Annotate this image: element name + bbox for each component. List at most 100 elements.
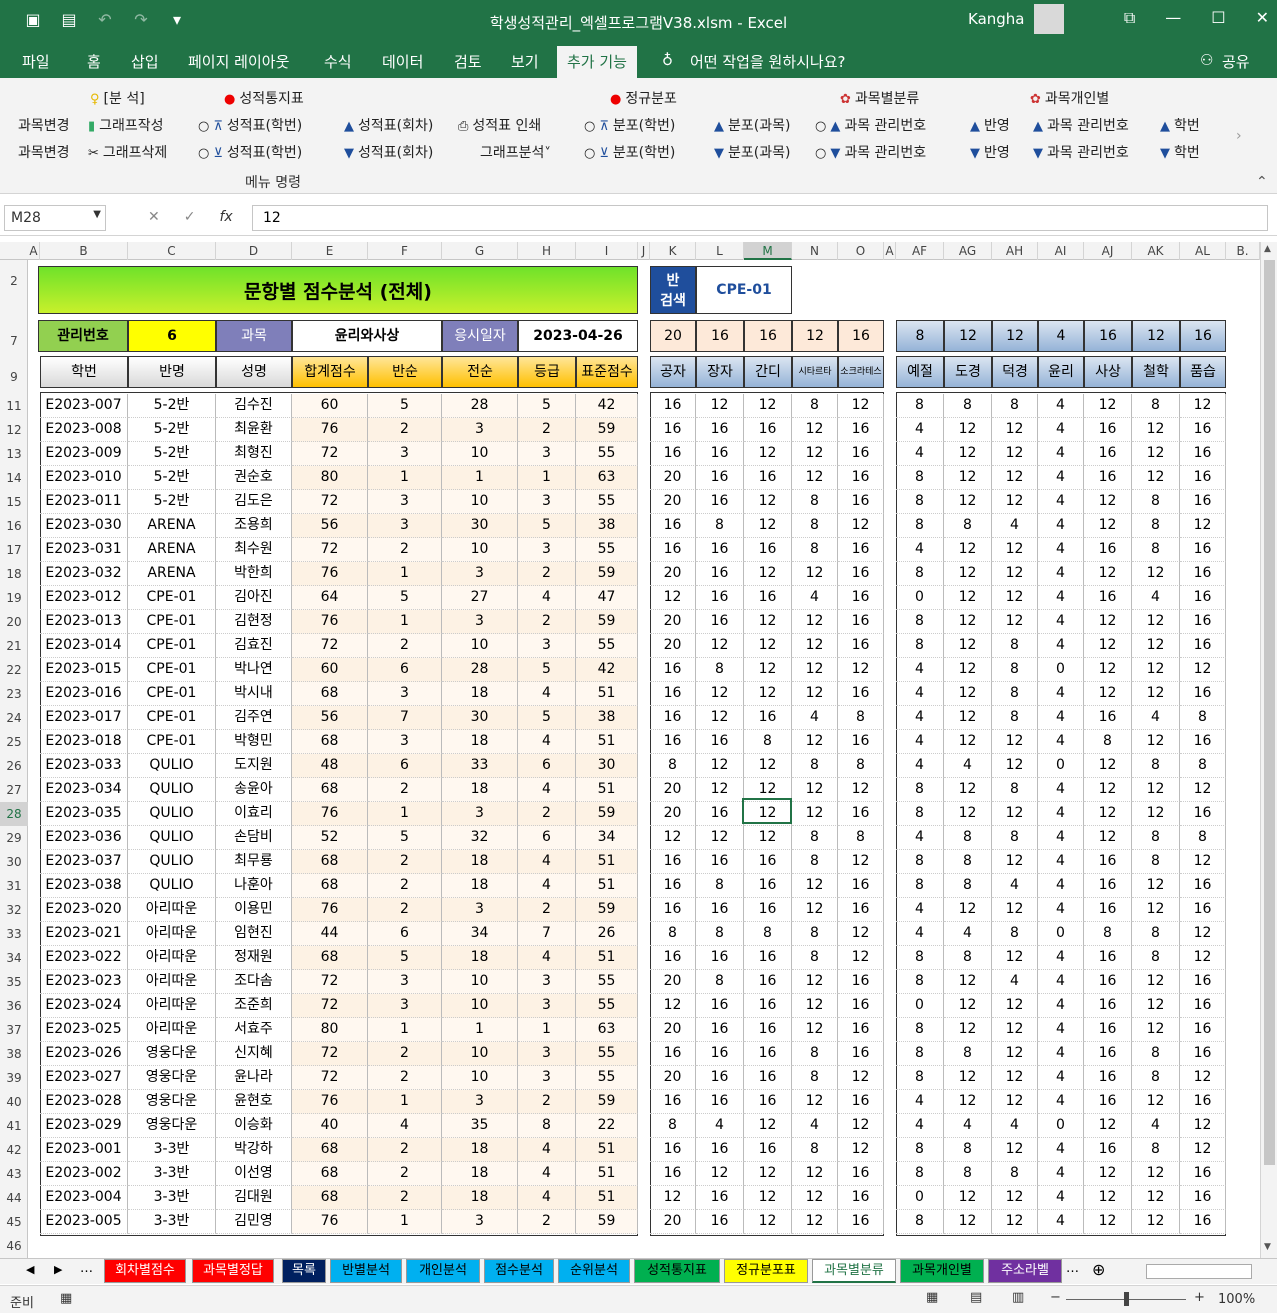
scroll-down-icon[interactable]: ▼ <box>1264 1242 1271 1252</box>
row-header[interactable]: 22 <box>0 658 28 682</box>
share-icon[interactable]: ⚇ <box>1200 51 1213 69</box>
maximize-icon[interactable]: ☐ <box>1211 8 1225 28</box>
sheet-tab[interactable]: 목록 <box>282 1259 326 1283</box>
row-header[interactable]: 2 <box>0 274 28 288</box>
print-report-button[interactable]: ⎙ 성적표 인쇄 <box>458 115 541 135</box>
report-by-round-desc-button[interactable]: ▼ 성적표(회차) <box>344 142 433 162</box>
dist-by-subject-desc-button[interactable]: ▼ 분포(과목) <box>714 142 790 162</box>
zoom-level[interactable]: 100% <box>1218 1292 1255 1307</box>
class-search-value[interactable]: CPE-01 <box>696 266 792 314</box>
row-header[interactable]: 23 <box>0 682 28 706</box>
column-header[interactable]: O <box>838 242 884 260</box>
column-header[interactable]: E <box>292 242 368 260</box>
row-header[interactable]: 19 <box>0 586 28 610</box>
zoom-slider-thumb[interactable] <box>1124 1292 1129 1306</box>
tab-review[interactable]: 검토 <box>454 51 482 72</box>
tab-prev-icon[interactable]: ◀ <box>26 1263 34 1276</box>
vertical-scrollbar[interactable]: ▲ ▼ <box>1260 242 1277 1258</box>
radio-icon[interactable]: ○ <box>815 119 826 134</box>
avatar[interactable] <box>1034 4 1064 34</box>
row-header[interactable]: 39 <box>0 1066 28 1090</box>
column-header[interactable]: D <box>216 242 292 260</box>
report-by-round-button[interactable]: ▲ 성적표(회차) <box>344 115 433 135</box>
dist-by-id-button[interactable]: ○ ⊼ 분포(학번) <box>584 115 675 135</box>
zoom-out-icon[interactable]: − <box>1050 1290 1061 1305</box>
row-header[interactable]: 27 <box>0 778 28 802</box>
sheet-tab[interactable]: 과목별분류 <box>812 1259 896 1283</box>
row-header[interactable]: 31 <box>0 874 28 898</box>
row-header[interactable]: 25 <box>0 730 28 754</box>
student-id-asc-button[interactable]: ▲ 학번 <box>1160 115 1200 135</box>
radio-icon[interactable]: ○ <box>198 146 209 161</box>
delete-chart-button[interactable]: ✂ 그래프삭제 <box>88 142 167 162</box>
row-header[interactable]: 34 <box>0 946 28 970</box>
sheet-tab[interactable]: 점수분석 <box>484 1259 554 1283</box>
row-header[interactable]: 17 <box>0 538 28 562</box>
radio-icon[interactable]: ○ <box>198 119 209 134</box>
column-header[interactable]: AF <box>896 242 944 260</box>
subject-change-button[interactable]: 과목변경 <box>18 115 70 135</box>
sheet-tab[interactable]: 성적통지표 <box>634 1259 720 1283</box>
class-asc-button[interactable]: ▲ 반영 <box>970 115 1010 135</box>
column-header[interactable]: K <box>650 242 696 260</box>
user-name[interactable]: Kangha <box>968 10 1025 28</box>
row-header[interactable]: 45 <box>0 1210 28 1234</box>
column-header[interactable]: AK <box>1132 242 1180 260</box>
column-header[interactable]: G <box>442 242 518 260</box>
personal-mgmt-asc-button[interactable]: ▲ 과목 관리번호 <box>1033 115 1129 135</box>
tab-next-icon[interactable]: ▶ <box>54 1263 62 1276</box>
sheet-tab[interactable]: 개인분석 <box>406 1259 480 1283</box>
row-header[interactable]: 33 <box>0 922 28 946</box>
row-header[interactable]: 32 <box>0 898 28 922</box>
tab-file[interactable]: 파일 <box>22 51 50 72</box>
formula-input[interactable]: 12 <box>252 205 1268 231</box>
share-button[interactable]: 공유 <box>1222 51 1250 72</box>
close-icon[interactable]: ✕ <box>1256 8 1269 28</box>
function-icon[interactable]: fx <box>219 209 232 225</box>
row-header[interactable]: 42 <box>0 1138 28 1162</box>
row-header[interactable]: 38 <box>0 1042 28 1066</box>
row-header[interactable]: 21 <box>0 634 28 658</box>
row-header[interactable]: 26 <box>0 754 28 778</box>
column-header[interactable]: L <box>696 242 744 260</box>
dist-by-subject-button[interactable]: ▲ 분포(과목) <box>714 115 790 135</box>
row-header[interactable]: 9 <box>0 370 28 384</box>
column-header[interactable]: F <box>368 242 442 260</box>
row-header[interactable]: 7 <box>0 334 28 348</box>
row-header[interactable]: 43 <box>0 1162 28 1186</box>
row-header[interactable]: 40 <box>0 1090 28 1114</box>
row-header[interactable]: 37 <box>0 1018 28 1042</box>
tab-more-left-icon[interactable]: … <box>80 1261 93 1276</box>
class-desc-button[interactable]: ▼ 반영 <box>970 142 1010 162</box>
subject-change-button-2[interactable]: 과목변경 <box>18 142 70 162</box>
collapse-ribbon-icon[interactable]: ⌃ <box>1256 174 1268 190</box>
sheet-tab[interactable]: 회차별점수 <box>104 1259 186 1283</box>
column-header[interactable]: H <box>518 242 576 260</box>
sheet-tab[interactable]: 과목개인별 <box>900 1259 984 1283</box>
column-header[interactable]: C <box>128 242 216 260</box>
tab-insert[interactable]: 삽입 <box>131 51 159 72</box>
normal-view-icon[interactable]: ▦ <box>926 1290 938 1305</box>
row-header[interactable]: 28 <box>0 802 28 826</box>
report-by-id-desc-button[interactable]: ○ ⊻ 성적표(학번) <box>198 142 302 162</box>
worksheet-grid[interactable]: 문항별 점수분석 (전체) 반 검색 CPE-01 관리번호 6 과목 윤리와사상… <box>28 260 1260 1258</box>
column-header[interactable]: A <box>28 242 40 260</box>
horizontal-scrollbar[interactable] <box>1146 1264 1252 1279</box>
column-header[interactable]: AJ <box>1084 242 1132 260</box>
add-sheet-icon[interactable]: ⊕ <box>1092 1260 1105 1279</box>
row-header[interactable]: 24 <box>0 706 28 730</box>
row-header[interactable]: 41 <box>0 1114 28 1138</box>
zoom-in-icon[interactable]: + <box>1194 1290 1205 1305</box>
cancel-icon[interactable]: ✕ <box>148 209 160 225</box>
sheet-tab[interactable]: 순위분석 <box>558 1259 630 1283</box>
mgmt-value[interactable]: 6 <box>128 320 216 352</box>
row-header[interactable]: 44 <box>0 1186 28 1210</box>
enter-icon[interactable]: ✓ <box>184 209 196 225</box>
create-chart-button[interactable]: ▮ 그래프작성 <box>88 115 164 135</box>
row-header[interactable]: 18 <box>0 562 28 586</box>
column-header[interactable]: B <box>40 242 128 260</box>
row-header[interactable]: 15 <box>0 490 28 514</box>
name-box[interactable]: M28 ▼ <box>4 205 106 231</box>
row-header[interactable]: 12 <box>0 418 28 442</box>
column-header[interactable]: J <box>638 242 650 260</box>
